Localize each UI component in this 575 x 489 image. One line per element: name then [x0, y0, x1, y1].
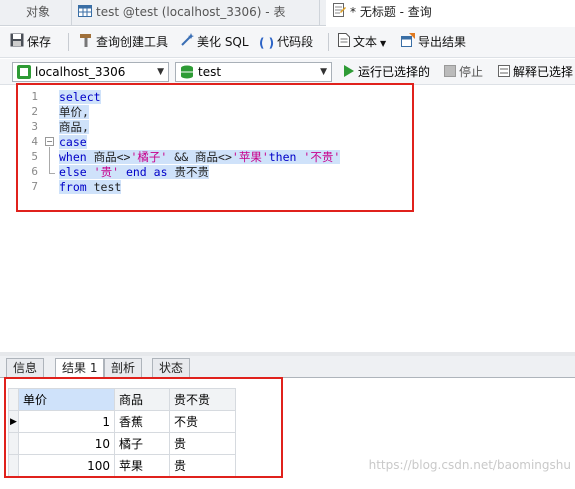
tab-table-label: test @test (localhost_3306) - 表: [96, 5, 286, 19]
chevron-down-icon: ▼: [380, 39, 387, 48]
query-icon: [332, 1, 346, 25]
tab-result-1[interactable]: 结果 1: [55, 358, 105, 379]
explain-selected-label: 解释已选择: [513, 65, 574, 79]
code-snippet-button[interactable]: ( ) 代码段: [259, 32, 313, 52]
export-result-button[interactable]: 导出结果: [401, 32, 466, 52]
connection-value: localhost_3306: [35, 65, 126, 79]
chevron-down-icon: ▼: [320, 67, 327, 77]
stop-icon: [444, 64, 456, 82]
export-result-label: 导出结果: [418, 35, 467, 49]
tab-info[interactable]: 信息: [6, 358, 45, 378]
connection-bar: localhost_3306 ▼ test ▼ 运行已选择的 停止 解释已选择: [0, 59, 575, 85]
database-icon: [180, 65, 194, 84]
save-icon: [10, 33, 24, 53]
result-tab-bar: 信息 结果 1 剖析 状态: [0, 356, 575, 379]
database-value: test: [198, 65, 222, 79]
hammer-icon: [79, 33, 93, 53]
tab-untitled-query[interactable]: * 无标题 - 查询: [326, 0, 575, 27]
text-label: 文本: [353, 35, 378, 49]
query-builder-button[interactable]: 查询创建工具: [79, 32, 168, 52]
annotation-box-sql: [16, 83, 414, 212]
stop-button[interactable]: 停止: [444, 63, 483, 81]
run-selected-label: 运行已选择的: [358, 65, 431, 79]
chevron-down-icon: ▼: [157, 67, 164, 77]
parentheses-icon: ( ): [259, 35, 275, 50]
connection-select[interactable]: localhost_3306 ▼: [12, 62, 169, 82]
watermark: https://blog.csdn.net/baomingshu: [368, 458, 571, 472]
query-builder-label: 查询创建工具: [96, 35, 169, 49]
explain-icon: [498, 64, 510, 82]
tab-objects[interactable]: 对象: [0, 0, 72, 26]
magic-wand-icon: [180, 32, 194, 53]
tab-profile[interactable]: 剖析: [104, 358, 143, 378]
save-label: 保存: [27, 35, 52, 49]
explain-selected-button[interactable]: 解释已选择: [498, 63, 573, 81]
toolbar-divider: [328, 33, 329, 51]
export-icon: [401, 32, 415, 53]
stop-label: 停止: [459, 65, 484, 79]
tab-status[interactable]: 状态: [152, 358, 191, 378]
code-snippet-label: 代码段: [277, 35, 314, 49]
database-select[interactable]: test ▼: [175, 62, 332, 82]
connection-icon: [17, 65, 31, 84]
run-selected-button[interactable]: 运行已选择的: [343, 63, 430, 81]
play-icon: [343, 64, 355, 82]
annotation-box-result: [4, 377, 283, 478]
table-icon: [78, 1, 92, 25]
text-button[interactable]: 文本 ▼: [338, 32, 386, 52]
beautify-sql-label: 美化 SQL: [197, 35, 249, 49]
document-icon: [338, 32, 350, 53]
tab-query-label: * 无标题 - 查询: [350, 5, 432, 19]
toolbar-divider: [68, 33, 69, 51]
tab-objects-label: 对象: [26, 5, 51, 19]
tab-table-test[interactable]: test @test (localhost_3306) - 表: [72, 0, 320, 26]
beautify-sql-button[interactable]: 美化 SQL: [180, 32, 249, 52]
document-tab-bar: 对象 test @test (localhost_3306) - 表 * 无标题…: [0, 0, 575, 27]
save-button[interactable]: 保存: [10, 32, 51, 52]
query-toolbar: 保存 查询创建工具 美化 SQL ( ) 代码段 文本 ▼ 导出结果: [0, 27, 575, 58]
